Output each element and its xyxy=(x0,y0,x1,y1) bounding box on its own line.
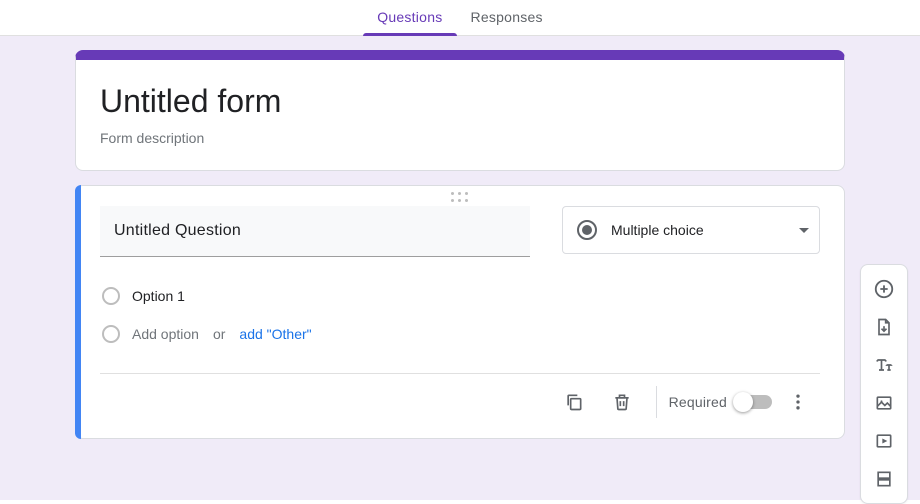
tab-questions[interactable]: Questions xyxy=(363,9,456,35)
add-option-row: Add option or add "Other" xyxy=(100,315,820,353)
top-tabs: Questions Responses xyxy=(0,0,920,36)
caret-down-icon xyxy=(799,228,809,233)
question-title-input[interactable] xyxy=(100,206,530,257)
delete-button[interactable] xyxy=(600,380,644,424)
radio-filled-icon xyxy=(577,220,597,240)
side-toolbar xyxy=(860,264,908,504)
import-questions-button[interactable] xyxy=(866,309,902,345)
add-option-button[interactable]: Add option xyxy=(132,326,199,342)
question-footer: Required xyxy=(100,373,820,430)
add-video-button[interactable] xyxy=(866,423,902,459)
form-header-card: Untitled form Form description xyxy=(75,50,845,171)
image-icon xyxy=(874,393,894,413)
trash-icon xyxy=(612,392,632,412)
tab-responses[interactable]: Responses xyxy=(457,9,557,35)
text-icon xyxy=(874,355,894,375)
required-toggle[interactable] xyxy=(735,395,772,409)
import-icon xyxy=(874,317,894,337)
add-title-button[interactable] xyxy=(866,347,902,383)
add-image-button[interactable] xyxy=(866,385,902,421)
radio-empty-icon xyxy=(102,325,120,343)
option-row[interactable]: Option 1 xyxy=(100,277,820,315)
section-icon xyxy=(874,469,894,489)
radio-empty-icon xyxy=(102,287,120,305)
divider xyxy=(656,386,657,418)
question-card: Multiple choice Option 1 Add option or a… xyxy=(75,185,845,439)
form-description[interactable]: Form description xyxy=(100,130,820,146)
required-label: Required xyxy=(669,394,727,410)
add-question-button[interactable] xyxy=(866,271,902,307)
question-type-label: Multiple choice xyxy=(611,222,785,238)
copy-icon xyxy=(564,392,584,412)
video-icon xyxy=(874,431,894,451)
add-section-button[interactable] xyxy=(866,461,902,497)
more-options-button[interactable] xyxy=(776,380,820,424)
option-label[interactable]: Option 1 xyxy=(132,288,185,304)
drag-handle-icon[interactable] xyxy=(451,192,469,203)
add-other-button[interactable]: add "Other" xyxy=(239,326,311,342)
form-title[interactable]: Untitled form xyxy=(100,82,820,120)
duplicate-button[interactable] xyxy=(552,380,596,424)
editor-stage: Untitled form Form description Multiple … xyxy=(0,36,920,500)
question-type-dropdown[interactable]: Multiple choice xyxy=(562,206,820,254)
plus-circle-icon xyxy=(873,278,895,300)
more-vert-icon xyxy=(788,392,808,412)
or-text: or xyxy=(213,326,225,342)
